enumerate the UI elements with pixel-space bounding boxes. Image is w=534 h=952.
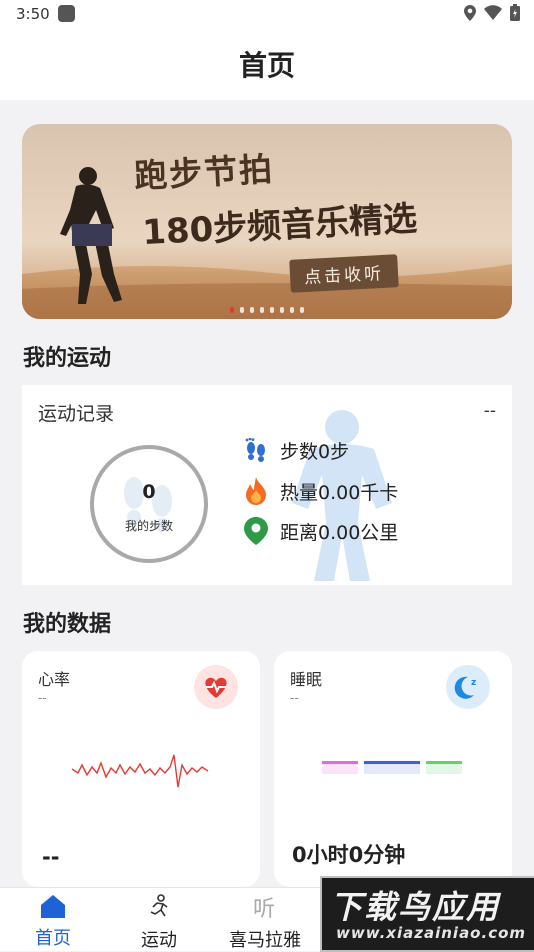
status-icons bbox=[464, 4, 520, 21]
sleep-title: 睡眠 bbox=[290, 670, 323, 689]
wifi-icon bbox=[484, 5, 502, 20]
status-bar: 3:50 bbox=[0, 0, 534, 28]
stat-distance: 距离0.00公里 bbox=[244, 517, 398, 545]
stat-steps: 步数0步 bbox=[244, 437, 349, 464]
svg-text:听: 听 bbox=[253, 897, 275, 920]
heart-icon bbox=[194, 665, 238, 709]
tab-home-label: 首页 bbox=[35, 928, 71, 949]
listen-icon: 听 bbox=[253, 897, 275, 922]
location-status-icon bbox=[464, 4, 476, 21]
home-icon bbox=[41, 895, 65, 918]
banner-dot[interactable] bbox=[230, 307, 234, 313]
watermark-url: www.xiazainiao.com bbox=[336, 924, 527, 942]
banner-dot[interactable] bbox=[290, 307, 294, 313]
sport-record-card[interactable]: 运动记录 -- 0 我的步数 步数0步 热量0.00千卡 距离0.00公里 bbox=[22, 385, 512, 585]
banner-dot[interactable] bbox=[250, 307, 254, 313]
location-pin-icon bbox=[244, 517, 268, 545]
banner-dot[interactable] bbox=[270, 307, 274, 313]
banner-dot[interactable] bbox=[260, 307, 264, 313]
heart-rate-sub: -- bbox=[38, 691, 47, 705]
tab-home[interactable]: 首页 bbox=[0, 894, 106, 950]
heart-rate-value: -- bbox=[42, 845, 60, 869]
banner-dot[interactable] bbox=[240, 307, 244, 313]
tab-sport-label: 运动 bbox=[141, 930, 177, 951]
running-icon bbox=[150, 894, 168, 917]
notification-icon bbox=[58, 5, 75, 22]
flame-icon bbox=[246, 477, 266, 505]
heart-rate-card[interactable]: 心率 -- -- bbox=[22, 651, 260, 887]
site-watermark-logo: 下载鸟应用 www.xiazainiao.com bbox=[320, 876, 534, 952]
battery-icon bbox=[510, 4, 520, 21]
heart-rate-waveform bbox=[71, 754, 209, 788]
steps-ring[interactable]: 0 我的步数 bbox=[90, 445, 208, 563]
banner-page-indicator bbox=[22, 307, 512, 313]
tab-ximalaya-label: 喜马拉雅 bbox=[229, 930, 301, 951]
section-title-my-data: 我的数据 bbox=[23, 612, 112, 637]
stat-distance-text: 距离0.00公里 bbox=[280, 521, 399, 544]
moon-icon: z bbox=[446, 665, 490, 709]
banner-dot[interactable] bbox=[280, 307, 284, 313]
page-title: 首页 bbox=[238, 49, 295, 82]
footprints-icon bbox=[245, 437, 265, 462]
status-time: 3:50 bbox=[16, 5, 50, 23]
steps-count: 0 bbox=[142, 481, 156, 503]
banner-title: 跑步节拍 bbox=[133, 149, 276, 196]
sleep-stage-bars bbox=[322, 761, 462, 774]
sleep-value: 0小时0分钟 bbox=[292, 843, 406, 867]
watermark-title: 下载鸟应用 bbox=[330, 888, 501, 926]
promo-banner[interactable]: 跑步节拍 180步频音乐精选 点击收听 bbox=[22, 124, 512, 319]
tab-sport[interactable]: 运动 bbox=[106, 894, 212, 952]
app-bar: 首页 bbox=[0, 28, 534, 100]
sleep-sub: -- bbox=[290, 691, 299, 705]
sport-record-value: -- bbox=[483, 401, 496, 421]
sleep-card[interactable]: 睡眠 -- z 0小时0分钟 bbox=[274, 651, 512, 887]
tab-ximalaya[interactable]: 听 喜马拉雅 bbox=[212, 894, 318, 952]
stat-steps-text: 步数0步 bbox=[280, 441, 350, 463]
stat-calories: 热量0.00千卡 bbox=[244, 477, 398, 505]
banner-listen-button[interactable]: 点击收听 bbox=[289, 254, 399, 293]
banner-dot[interactable] bbox=[300, 307, 304, 313]
section-title-my-sport: 我的运动 bbox=[23, 346, 112, 371]
steps-label: 我的步数 bbox=[124, 519, 173, 533]
sport-record-title: 运动记录 bbox=[38, 403, 115, 425]
heart-rate-title: 心率 bbox=[38, 670, 71, 689]
svg-text:z: z bbox=[471, 678, 476, 688]
stat-calories-text: 热量0.00千卡 bbox=[280, 481, 399, 504]
